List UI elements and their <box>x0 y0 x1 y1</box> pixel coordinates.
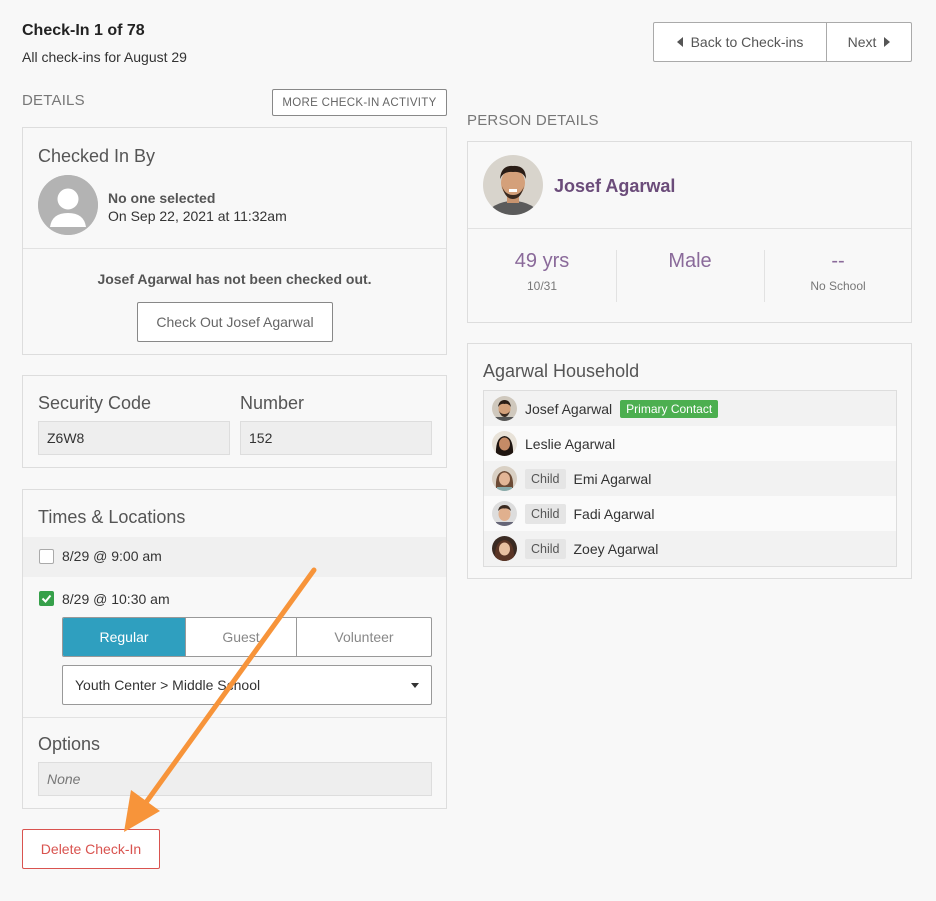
back-label: Back to Check-ins <box>690 34 804 50</box>
divider <box>468 228 911 229</box>
more-checkin-activity-button[interactable]: MORE CHECK-IN ACTIVITY <box>272 89 447 116</box>
child-tag: Child <box>525 538 566 559</box>
member-avatar <box>492 466 517 491</box>
not-checked-out-message: Josef Agarwal has not been checked out. <box>97 271 372 287</box>
caret-right-icon <box>884 37 891 47</box>
member-avatar <box>492 431 517 456</box>
age-stat: 49 yrs 10/31 <box>468 250 616 293</box>
school-stat: -- No School <box>764 250 912 293</box>
checkin-kind-selector: Regular Guest Volunteer <box>62 617 432 657</box>
time-label: 8/29 @ 9:00 am <box>62 548 162 564</box>
household-member-row[interactable]: Leslie Agarwal <box>484 426 896 461</box>
person-avatar <box>483 155 543 215</box>
household-panel: Agarwal Household Josef Agarwal Primary … <box>467 343 912 579</box>
person-details-section-label: PERSON DETAILS <box>467 112 599 129</box>
member-avatar <box>492 501 517 526</box>
user-silhouette-icon <box>38 175 98 235</box>
time-checkbox-checked[interactable] <box>39 591 54 606</box>
person-name[interactable]: Josef Agarwal <box>554 176 675 197</box>
back-to-checkins-button[interactable]: Back to Check-ins <box>654 23 827 61</box>
divider <box>23 248 446 249</box>
security-code-panel: Security Code Z6W8 Number 152 <box>22 375 447 468</box>
gender-value: Male <box>668 250 712 272</box>
birthday-value: 10/31 <box>526 279 558 293</box>
times-locations-heading: Times & Locations <box>38 507 186 527</box>
member-avatar <box>492 536 517 561</box>
time-row[interactable]: 8/29 @ 10:30 am <box>23 578 446 618</box>
time-row[interactable]: 8/29 @ 9:00 am <box>23 537 446 577</box>
household-member-row[interactable]: Child Emi Agarwal <box>484 461 896 496</box>
details-section-label: DETAILS <box>22 92 85 109</box>
delete-checkin-button[interactable]: Delete Check-In <box>22 829 160 869</box>
household-member-row[interactable]: Child Zoey Agarwal <box>484 531 896 566</box>
next-button[interactable]: Next <box>827 23 911 61</box>
gender-stat: Male <box>616 250 764 273</box>
user-placeholder-avatar <box>38 175 98 235</box>
primary-contact-badge: Primary Contact <box>620 399 719 418</box>
time-checkbox-unchecked[interactable] <box>39 549 54 564</box>
options-heading: Options <box>38 734 101 754</box>
member-name: Emi Agarwal <box>573 470 652 487</box>
times-locations-panel: Times & Locations 8/29 @ 9:00 am 8/29 @ … <box>22 489 447 809</box>
page-subtitle: All check-ins for August 29 <box>22 49 187 65</box>
chevron-down-icon <box>411 682 419 688</box>
household-heading: Agarwal Household <box>483 361 640 381</box>
kind-volunteer-option[interactable]: Volunteer <box>297 618 431 656</box>
check-out-button[interactable]: Check Out Josef Agarwal <box>137 302 333 342</box>
location-selected-value: Youth Center > Middle School <box>75 677 261 693</box>
divider <box>23 717 446 718</box>
caret-left-icon <box>676 37 683 47</box>
member-name: Zoey Agarwal <box>573 540 659 557</box>
member-name: Fadi Agarwal <box>573 505 655 522</box>
age-value: 49 yrs <box>514 250 570 272</box>
checked-in-by-heading: Checked In By <box>38 146 156 166</box>
number-label: Number <box>240 393 305 413</box>
time-label: 8/29 @ 10:30 am <box>62 591 170 607</box>
next-label: Next <box>847 34 877 50</box>
member-name: Leslie Agarwal <box>525 435 616 452</box>
checked-in-by-name: No one selected <box>108 190 216 206</box>
checkin-navigation: Back to Check-ins Next <box>653 22 912 62</box>
child-tag: Child <box>525 503 566 524</box>
person-photo <box>483 155 543 215</box>
household-member-row[interactable]: Josef Agarwal Primary Contact <box>484 391 896 426</box>
check-icon <box>41 594 52 603</box>
checked-in-timestamp: On Sep 22, 2021 at 11:32am <box>108 208 287 224</box>
household-member-row[interactable]: Child Fadi Agarwal <box>484 496 896 531</box>
household-members-list: Josef Agarwal Primary Contact Leslie Aga… <box>483 390 897 567</box>
member-avatar <box>492 396 517 421</box>
number-field[interactable]: 152 <box>240 421 432 455</box>
kind-regular-option[interactable]: Regular <box>63 618 186 656</box>
location-select[interactable]: Youth Center > Middle School <box>62 665 432 705</box>
security-code-label: Security Code <box>38 393 152 413</box>
kind-guest-option[interactable]: Guest <box>186 618 297 656</box>
school-label: No School <box>810 279 866 293</box>
checked-in-by-panel: Checked In By No one selected On Sep 22,… <box>22 127 447 355</box>
page-title: Check-In 1 of 78 <box>22 22 145 39</box>
options-field[interactable]: None <box>38 762 432 796</box>
security-code-field[interactable]: Z6W8 <box>38 421 230 455</box>
child-tag: Child <box>525 468 566 489</box>
school-value: -- <box>831 250 845 272</box>
member-name: Josef Agarwal <box>525 400 613 417</box>
person-details-panel: Josef Agarwal 49 yrs 10/31 Male -- No Sc… <box>467 141 912 323</box>
